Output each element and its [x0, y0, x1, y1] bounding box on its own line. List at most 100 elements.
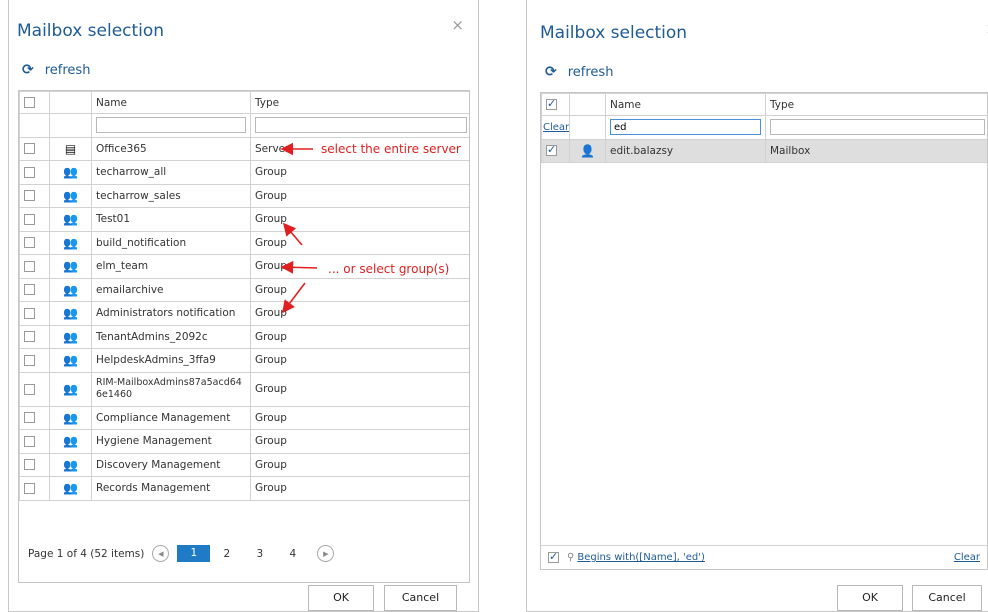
row-type: Group	[250, 452, 469, 477]
row-type: Group	[250, 277, 469, 302]
refresh-button[interactable]: ⟳ refresh	[545, 64, 613, 80]
row-checkbox[interactable]	[24, 284, 35, 296]
row-checkbox[interactable]	[24, 307, 35, 319]
row-type: Group	[250, 207, 469, 232]
name-column-header[interactable]: Name	[91, 91, 251, 114]
refresh-label: refresh	[567, 64, 614, 80]
type-column-header[interactable]: Type	[250, 91, 469, 114]
filter-row: Clear	[541, 115, 987, 140]
row-checkbox[interactable]	[24, 237, 35, 249]
row-name: techarrow_sales	[91, 183, 251, 208]
annotation-groups: ... or select group(s)	[328, 262, 450, 276]
row-name: elm_team	[91, 254, 251, 279]
select-all-checkbox[interactable]	[24, 97, 35, 108]
type-filter-input[interactable]	[255, 117, 467, 134]
row-name: TenantAdmins_2092c	[91, 324, 251, 349]
row-type: Group	[250, 324, 469, 349]
row-name: Administrators notification	[91, 301, 251, 326]
mailbox-grid: Name Type ▤ Office365 Server 👥 techarrow…	[18, 90, 470, 583]
row-checkbox[interactable]	[24, 190, 35, 202]
table-row[interactable]: 👥 Hygiene Management Group	[19, 429, 469, 454]
type-column-header[interactable]: Type	[765, 93, 987, 116]
group-icon: 👥	[49, 301, 92, 326]
row-name: Office365	[91, 136, 251, 161]
prev-page-icon[interactable]: ◀	[152, 545, 170, 562]
server-icon: ▤	[49, 136, 92, 161]
row-name: Test01	[91, 207, 251, 232]
name-filter-input[interactable]	[96, 117, 246, 134]
table-row[interactable]: 👥 HelpdeskAdmins_3ffa9 Group	[19, 348, 469, 373]
table-row[interactable]: 👥 techarrow_all Group	[19, 160, 469, 185]
page-3[interactable]: 3	[243, 548, 276, 560]
group-icon: 👥	[49, 476, 92, 501]
type-filter-input[interactable]	[770, 119, 985, 136]
refresh-label: refresh	[44, 62, 91, 78]
row-type: Group	[250, 429, 469, 454]
row-checkbox[interactable]	[24, 143, 35, 155]
row-checkbox[interactable]	[546, 143, 557, 157]
user-icon: 👤	[569, 138, 606, 163]
cancel-button[interactable]: Cancel	[912, 585, 982, 611]
annotation-server: select the entire server	[321, 142, 461, 156]
row-name: build_notification	[91, 230, 251, 255]
filter-clear-link[interactable]: Clear	[543, 122, 569, 133]
table-row[interactable]: 👥 Test01 Group	[19, 207, 469, 232]
row-checkbox[interactable]	[24, 166, 35, 178]
row-name: Discovery Management	[91, 452, 251, 477]
refresh-button[interactable]: ⟳ refresh	[22, 62, 90, 78]
row-name: emailarchive	[91, 277, 251, 302]
filter-expression-link[interactable]: Begins with([Name], 'ed')	[577, 552, 705, 563]
group-icon: 👥	[49, 230, 92, 255]
row-checkbox[interactable]	[24, 459, 35, 471]
table-row[interactable]: 👥 TenantAdmins_2092c Group	[19, 324, 469, 349]
pager: Page 1 of 4 (52 items) ◀ 1 2 3 4 ▶	[28, 545, 342, 562]
row-type: Group	[250, 230, 469, 255]
footer-clear-link[interactable]: Clear	[954, 552, 980, 563]
table-row[interactable]: 👥 Administrators notification Group	[19, 301, 469, 326]
cancel-button[interactable]: Cancel	[384, 585, 457, 611]
row-type: Group	[250, 371, 469, 407]
table-row[interactable]: 👥 RIM-MailboxAdmins87a5acd646e1460 Group	[19, 371, 469, 407]
grid-header-row: Name Type	[541, 93, 987, 116]
row-type: Group	[250, 405, 469, 430]
table-row[interactable]: 👥 techarrow_sales Group	[19, 183, 469, 208]
row-checkbox[interactable]	[24, 213, 35, 225]
page-2[interactable]: 2	[210, 548, 243, 560]
group-icon: 👥	[49, 183, 92, 208]
row-checkbox[interactable]	[24, 482, 35, 494]
name-filter-input[interactable]	[610, 119, 761, 136]
select-all-checkbox[interactable]	[546, 97, 557, 110]
filter-enabled-checkbox[interactable]	[548, 550, 559, 563]
row-name: Compliance Management	[91, 405, 251, 430]
row-type: Group	[250, 160, 469, 185]
row-name: Records Management	[91, 476, 251, 501]
row-checkbox[interactable]	[24, 383, 35, 395]
mailbox-selection-dialog-right: Mailbox selection × ⟳ refresh Name Type …	[526, 0, 988, 612]
ok-button[interactable]: OK	[837, 585, 903, 611]
table-row[interactable]: 👥 Discovery Management Group	[19, 452, 469, 477]
page-4[interactable]: 4	[276, 548, 309, 560]
table-row[interactable]: 👥 Records Management Group	[19, 476, 469, 501]
refresh-icon: ⟳	[22, 62, 34, 78]
row-type: Group	[250, 183, 469, 208]
group-icon: 👥	[49, 277, 92, 302]
close-icon[interactable]: ×	[451, 18, 464, 33]
name-column-header[interactable]: Name	[605, 93, 766, 116]
row-checkbox[interactable]	[24, 260, 35, 272]
page-1[interactable]: 1	[177, 545, 211, 562]
filter-icon: ⚲	[567, 552, 575, 563]
table-row[interactable]: 👥 Compliance Management Group	[19, 405, 469, 430]
table-row[interactable]: 👥 build_notification Group	[19, 230, 469, 255]
next-page-icon[interactable]: ▶	[317, 545, 335, 562]
row-checkbox[interactable]	[24, 435, 35, 447]
icon-column-header	[569, 93, 606, 116]
table-row[interactable]: 👥 emailarchive Group	[19, 277, 469, 302]
ok-button[interactable]: OK	[308, 585, 374, 611]
mailbox-grid: Name Type Clear 👤 edit.balazsy Mailbox ⚲…	[540, 92, 988, 570]
pager-summary: Page 1 of 4 (52 items)	[28, 547, 145, 560]
row-checkbox[interactable]	[24, 354, 35, 366]
table-row[interactable]: 👤 edit.balazsy Mailbox	[541, 138, 987, 163]
row-checkbox[interactable]	[24, 412, 35, 424]
row-checkbox[interactable]	[24, 331, 35, 343]
group-icon: 👥	[49, 324, 92, 349]
